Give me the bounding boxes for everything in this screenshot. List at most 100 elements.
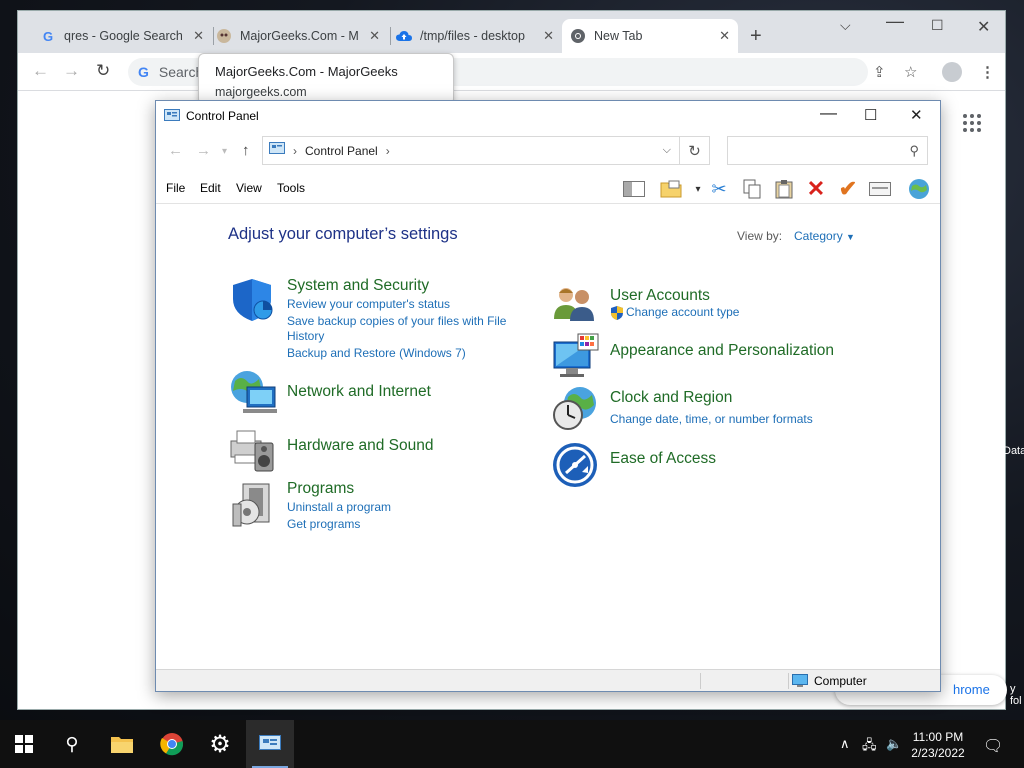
up-arrow-icon[interactable]: ↑ xyxy=(242,142,250,159)
share-icon[interactable]: ⇪ xyxy=(873,63,886,81)
pane-icon[interactable] xyxy=(622,178,646,200)
paste-icon[interactable] xyxy=(772,178,796,200)
view-by-label: View by: xyxy=(737,229,783,243)
close-icon[interactable]: ✕ xyxy=(193,28,204,44)
menu-file[interactable]: File xyxy=(166,181,185,195)
cut-icon[interactable]: ✂ xyxy=(707,178,731,200)
status-bar: Computer xyxy=(156,669,940,691)
close-icon[interactable]: ✕ xyxy=(719,28,730,44)
menu-view[interactable]: View xyxy=(236,181,262,195)
link-change-account-type[interactable]: Change account type xyxy=(626,305,739,319)
system-clock[interactable]: 11:00 PM 2/23/2022 xyxy=(907,729,969,761)
delete-icon[interactable]: ✕ xyxy=(804,176,828,201)
tab-title: MajorGeeks.Com - M xyxy=(240,29,358,43)
tab-google-search[interactable]: G qres - Google Search ✕ xyxy=(32,19,212,53)
clock-globe-icon[interactable] xyxy=(552,385,598,431)
minimize-button[interactable]: — xyxy=(886,11,904,32)
properties-icon[interactable] xyxy=(868,178,892,200)
link-file-history[interactable]: Save backup copies of your files with Fi… xyxy=(287,314,506,328)
breadcrumb[interactable]: Control Panel xyxy=(305,144,378,158)
category-title[interactable]: Programs xyxy=(287,480,354,498)
programs-box-icon[interactable] xyxy=(229,482,275,528)
chevron-up-icon[interactable]: ∧ xyxy=(840,736,850,752)
link-get-programs[interactable]: Get programs xyxy=(287,517,360,531)
file-explorer-button[interactable] xyxy=(98,720,146,768)
tooltip-title: MajorGeeks.Com - MajorGeeks xyxy=(215,64,398,79)
link-backup-restore[interactable]: Backup and Restore (Windows 7) xyxy=(287,346,466,360)
back-arrow-icon[interactable]: ← xyxy=(32,61,49,81)
control-panel-icon xyxy=(164,109,180,126)
chevron-down-icon[interactable]: ▾ xyxy=(222,146,227,157)
link-change-date-time[interactable]: Change date, time, or number formats xyxy=(610,412,813,426)
minimize-button[interactable]: — xyxy=(820,103,837,123)
close-button[interactable]: ✕ xyxy=(977,17,990,37)
avatar[interactable] xyxy=(942,62,962,82)
maximize-button[interactable]: ☐ xyxy=(931,17,944,34)
close-icon[interactable]: ✕ xyxy=(369,28,380,44)
apps-grid-icon[interactable] xyxy=(963,114,981,132)
ease-of-access-icon[interactable] xyxy=(552,442,598,488)
title-bar[interactable]: Control Panel — ☐ ✕ xyxy=(156,101,940,131)
search-input[interactable]: ⚲ xyxy=(727,136,928,165)
menu-tools[interactable]: Tools xyxy=(277,181,305,195)
monitor-palette-icon[interactable] xyxy=(552,332,599,378)
link-file-history-cont[interactable]: History xyxy=(287,329,324,343)
network-globe-icon[interactable] xyxy=(229,369,279,415)
link-review-status[interactable]: Review your computer's status xyxy=(287,297,450,311)
start-button[interactable] xyxy=(0,720,48,768)
maximize-button[interactable]: ☐ xyxy=(864,106,877,124)
desktop-icon-label[interactable]: y fol xyxy=(1010,683,1024,707)
copy-icon[interactable] xyxy=(740,178,764,200)
forward-arrow-icon[interactable]: → xyxy=(196,142,211,159)
users-icon[interactable] xyxy=(552,283,598,329)
category-title[interactable]: User Accounts xyxy=(610,287,710,305)
view-by-dropdown[interactable]: Category ▼ xyxy=(794,229,855,243)
tab-majorgeeks[interactable]: MajorGeeks.Com - M ✕ xyxy=(208,19,388,53)
chevron-down-icon[interactable]: ⌵ xyxy=(663,144,671,157)
category-title[interactable]: Appearance and Personalization xyxy=(610,342,834,360)
category-title[interactable]: Clock and Region xyxy=(610,389,732,407)
shield-icon[interactable] xyxy=(229,277,275,323)
control-panel-icon xyxy=(259,735,281,750)
notification-icon[interactable]: 🗨 xyxy=(983,736,1003,756)
close-button[interactable]: ✕ xyxy=(910,106,923,124)
settings-button[interactable]: ⚙ xyxy=(196,720,244,768)
category-title[interactable]: Hardware and Sound xyxy=(287,437,434,455)
control-panel-taskbar-button[interactable] xyxy=(246,720,294,768)
tab-new-tab[interactable]: New Tab ✕ xyxy=(562,19,738,53)
folder-properties-icon[interactable] xyxy=(659,178,683,200)
close-icon[interactable]: ✕ xyxy=(543,28,554,44)
checkmark-icon[interactable]: ✔ xyxy=(836,176,860,201)
menu-edit[interactable]: Edit xyxy=(200,181,221,195)
tab-tmp-files[interactable]: /tmp/files - desktop ✕ xyxy=(388,19,562,53)
globe-icon[interactable] xyxy=(907,178,931,200)
printer-speaker-icon[interactable] xyxy=(229,427,275,473)
uac-shield-icon xyxy=(610,306,624,323)
forward-arrow-icon[interactable]: → xyxy=(63,61,80,81)
clock-time: 11:00 PM xyxy=(912,730,964,744)
category-title[interactable]: Ease of Access xyxy=(610,450,716,468)
network-icon[interactable]: 🖧 xyxy=(862,736,877,758)
kebab-menu-icon[interactable]: ⋮ xyxy=(980,63,995,81)
pill-text: hrome xyxy=(953,682,990,697)
category-title[interactable]: System and Security xyxy=(287,277,429,295)
volume-icon[interactable]: 🔈 xyxy=(886,736,902,752)
chevron-down-icon[interactable]: ⌵ xyxy=(840,17,851,34)
address-bar[interactable]: › Control Panel › ⌵ xyxy=(262,136,680,165)
search-button[interactable]: ⚲ xyxy=(48,720,96,768)
refresh-button[interactable]: ↻ xyxy=(680,136,710,165)
google-icon: G xyxy=(138,64,149,80)
reload-icon[interactable]: ↻ xyxy=(96,61,110,81)
chevron-right-icon[interactable]: › xyxy=(293,144,297,158)
chrome-taskbar-button[interactable] xyxy=(148,720,196,768)
link-uninstall-program[interactable]: Uninstall a program xyxy=(287,500,391,514)
star-icon[interactable]: ☆ xyxy=(904,63,917,81)
search-icon: ⚲ xyxy=(909,143,919,158)
new-tab-button[interactable]: + xyxy=(750,25,762,48)
chevron-right-icon[interactable]: › xyxy=(386,144,390,158)
back-arrow-icon[interactable]: ← xyxy=(168,142,183,159)
desktop-icon-label[interactable]: Data xyxy=(1003,445,1024,457)
clock-date: 2/23/2022 xyxy=(911,746,965,760)
omnibox-placeholder: Search xyxy=(158,64,204,80)
category-title[interactable]: Network and Internet xyxy=(287,383,431,401)
